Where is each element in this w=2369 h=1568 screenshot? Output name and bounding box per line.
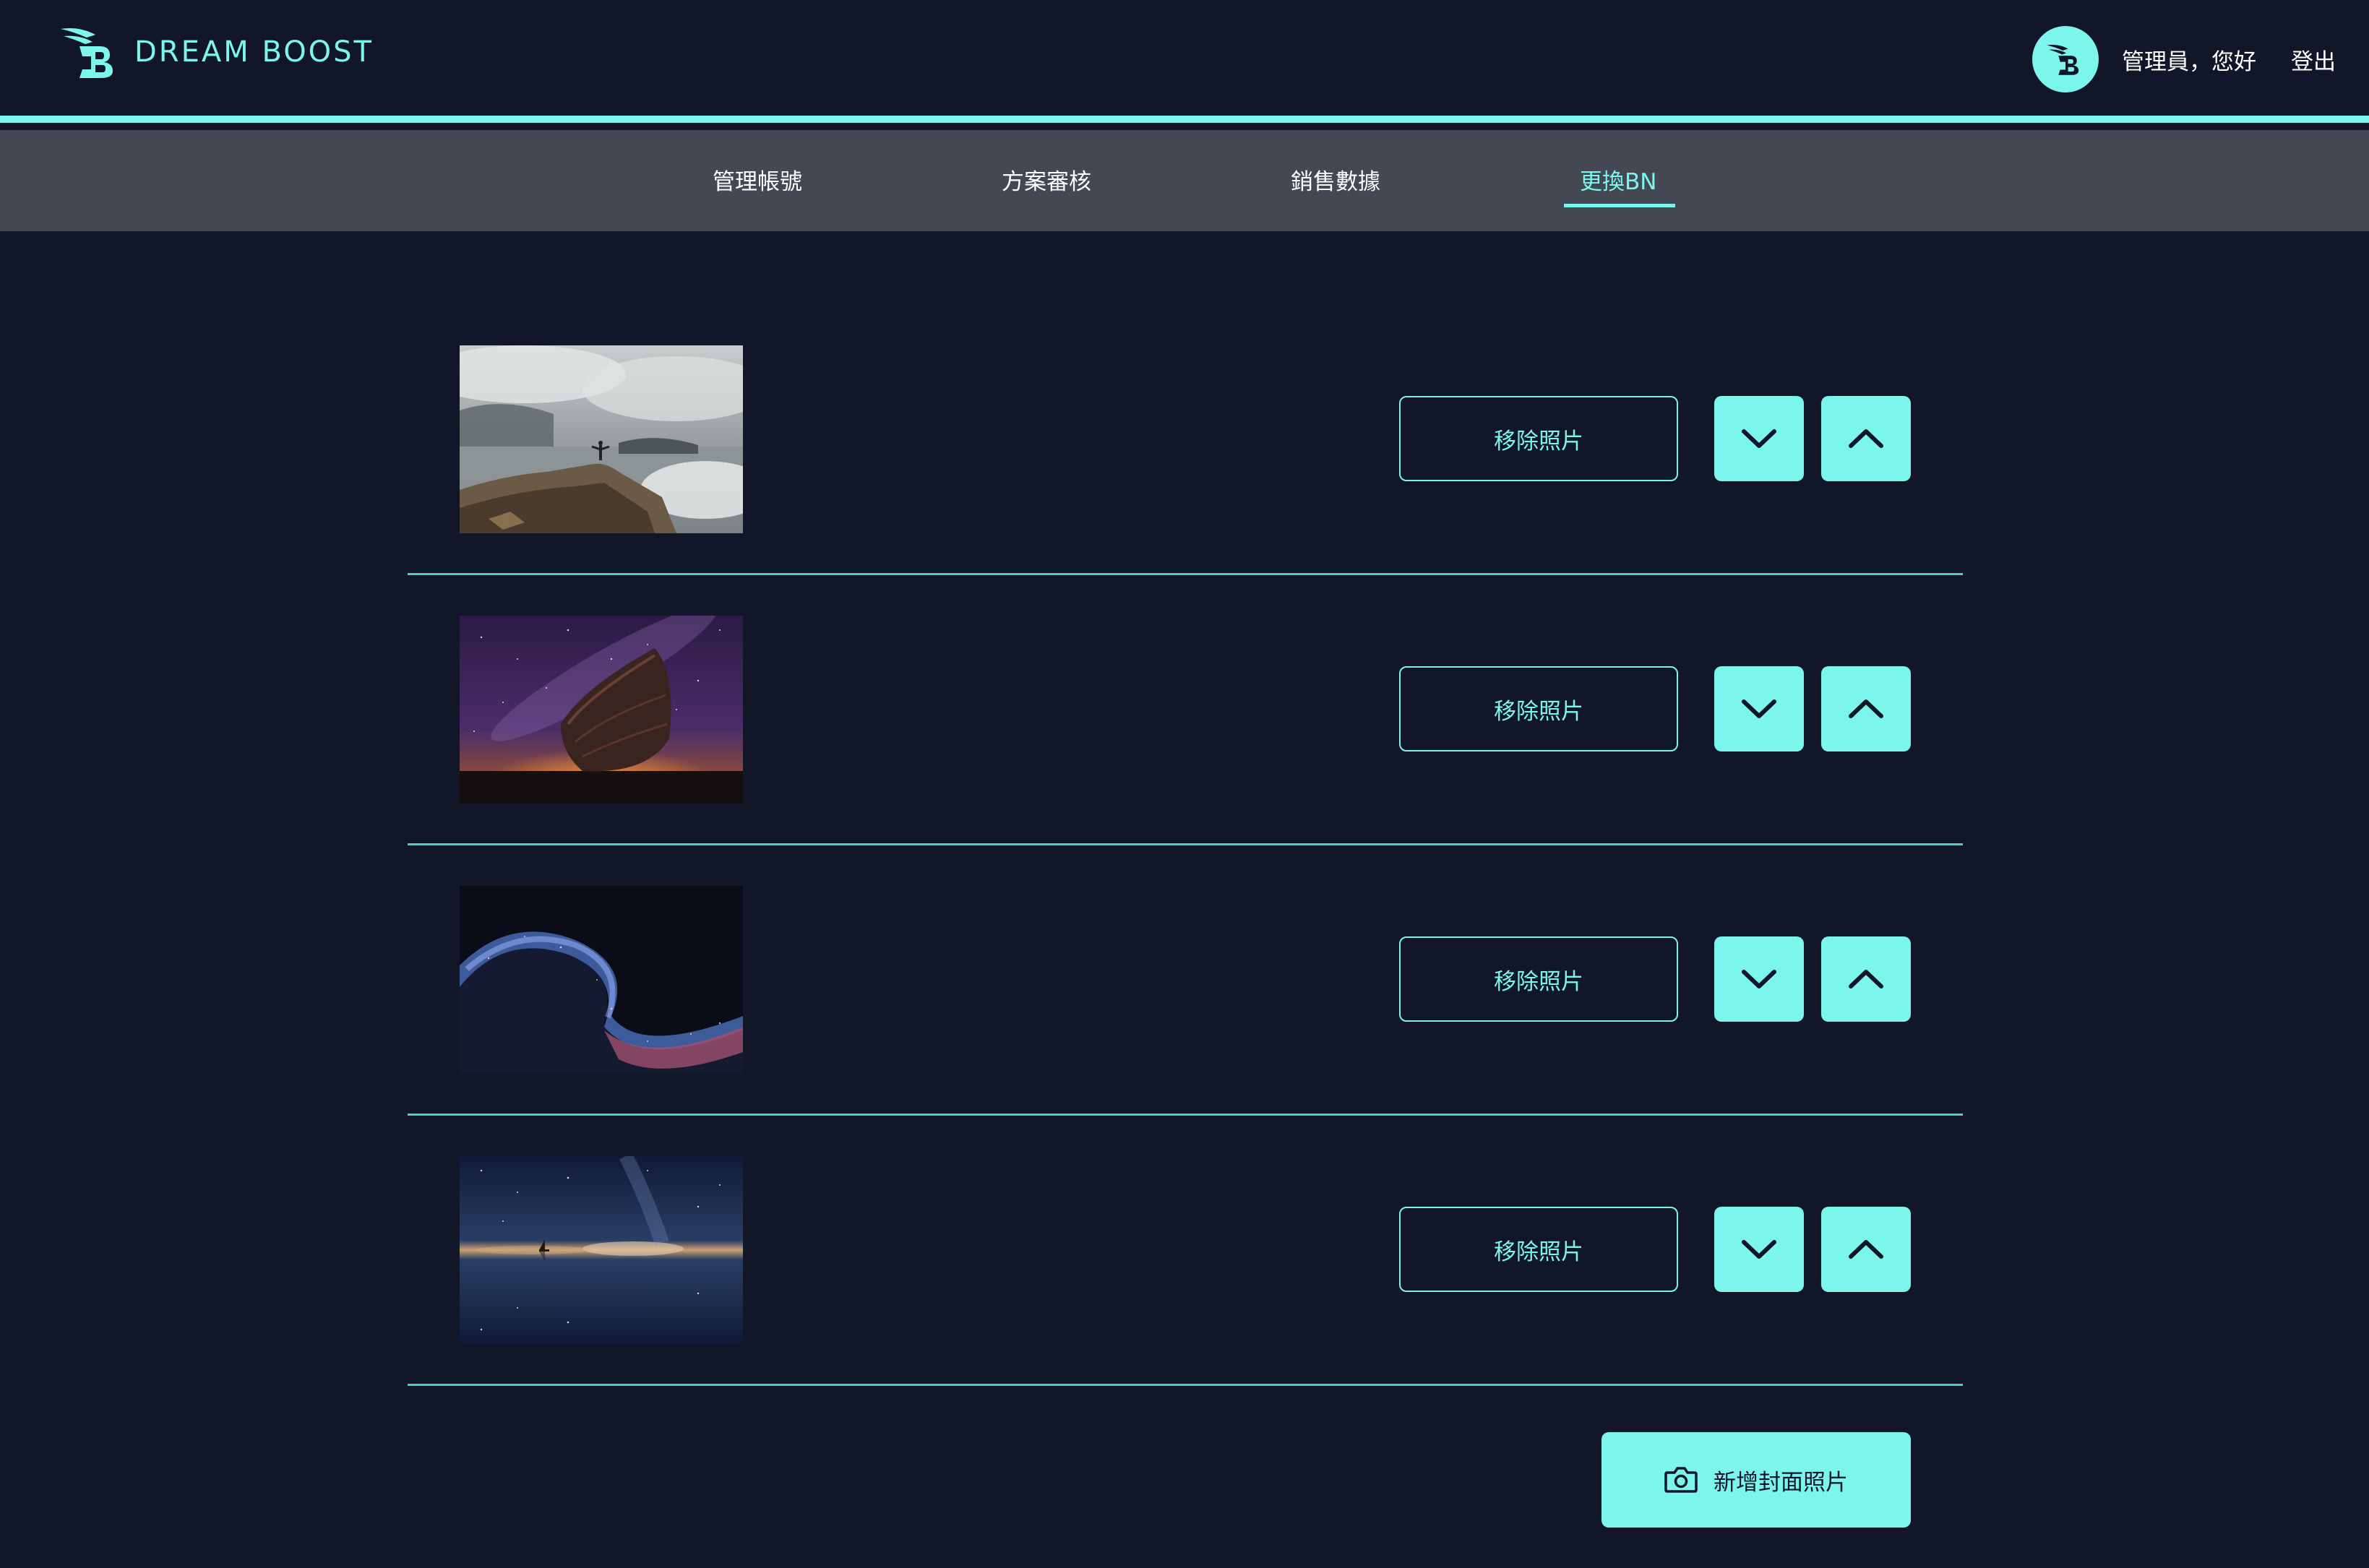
boat-milky-way-photo [460,616,743,804]
dream-boost-logo-icon [61,28,113,78]
chevron-down-icon [1742,970,1776,988]
banner-row: 移除照片 [408,1116,1963,1386]
move-up-button[interactable] [1821,666,1911,751]
chevron-up-icon [1849,970,1883,988]
sailboat-starry-reflection-photo [460,1156,743,1344]
move-down-button[interactable] [1714,1207,1804,1292]
remove-photo-button[interactable]: 移除照片 [1399,666,1678,751]
user-greeting: 管理員，您好 [2122,48,2256,75]
nav-item-plan-review[interactable]: 方案審核 [1002,163,1091,196]
chevron-up-icon [1849,1240,1883,1259]
banner-row: 移除照片 [408,845,1963,1116]
remove-photo-button[interactable]: 移除照片 [1399,1207,1678,1292]
move-up-button[interactable] [1821,936,1911,1022]
banner-row: 移除照片 [408,575,1963,845]
move-down-button[interactable] [1714,936,1804,1022]
banner-thumbnail [460,886,743,1074]
move-down-button[interactable] [1714,666,1804,751]
user-area: 管理員，您好 登出 [2032,26,2336,92]
nav-item-change-banner[interactable]: 更換BN [1580,163,1656,196]
remove-photo-button[interactable]: 移除照片 [1399,936,1678,1022]
banner-thumbnail [460,345,743,533]
remove-photo-button[interactable]: 移除照片 [1399,396,1678,481]
brand-name: DREAM BOOST [134,35,374,69]
logout-link[interactable]: 登出 [2291,43,2336,76]
nav-item-manage-accounts[interactable]: 管理帳號 [713,163,802,196]
camera-icon [1664,1467,1698,1493]
chevron-down-icon [1742,429,1776,448]
banner-row: 移除照片 [408,305,1963,575]
admin-page: DREAM BOOST 管理員，您好 登出 管理帳號 方案審核 銷售數據 更換B… [0,0,2369,1568]
avatar[interactable] [2032,26,2099,92]
move-up-button[interactable] [1821,1207,1911,1292]
active-tab-underline [1564,204,1675,207]
dream-boost-avatar-icon [2047,45,2079,75]
brand-logo[interactable]: DREAM BOOST [58,25,374,79]
chevron-down-icon [1742,1240,1776,1259]
banner-thumbnail [460,616,743,804]
chevron-up-icon [1849,699,1883,718]
banner-thumbnail [460,1156,743,1344]
chevron-down-icon [1742,699,1776,718]
chevron-up-icon [1849,429,1883,448]
move-up-button[interactable] [1821,396,1911,481]
galaxy-wave-photo [460,886,743,1074]
top-header: DREAM BOOST 管理員，您好 登出 [0,0,2369,123]
add-cover-photo-button[interactable]: 新增封面照片 [1601,1432,1911,1528]
nav-item-sales-data[interactable]: 銷售數據 [1291,163,1380,196]
main-nav: 管理帳號 方案審核 銷售數據 更換BN [0,130,2369,231]
mountain-summit-photo [460,345,743,533]
add-cover-photo-label: 新增封面照片 [1714,1469,1848,1496]
move-down-button[interactable] [1714,396,1804,481]
